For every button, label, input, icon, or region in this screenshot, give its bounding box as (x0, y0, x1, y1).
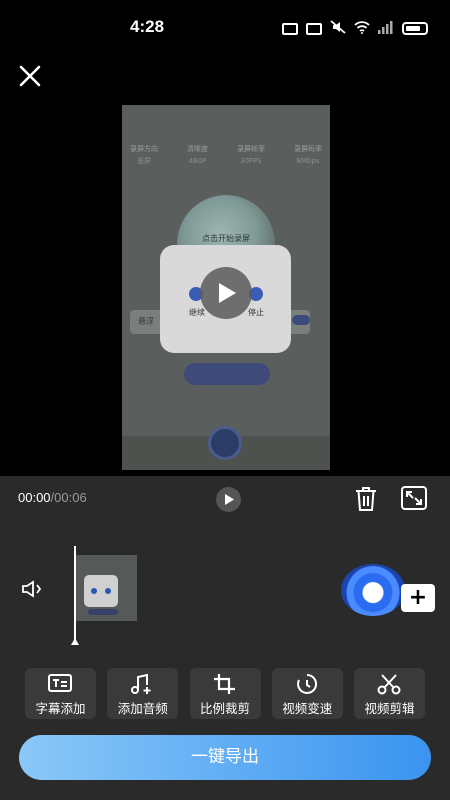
total-time: /00:06 (50, 490, 87, 505)
delete-button[interactable] (354, 486, 378, 516)
thumbnail-strip (88, 609, 118, 615)
fullscreen-icon (401, 486, 427, 510)
tool-label: 视频剪辑 (364, 701, 415, 716)
n-icon (306, 22, 322, 35)
mute-icon (330, 19, 346, 38)
thumbnail-dot-icon (105, 588, 111, 594)
preview-settings-row: 录屏方向 竖屏 清晰度 480P 录屏帧率 30FPS 录屏码率 8Mbps (130, 143, 322, 167)
tool-crop[interactable]: 比例裁剪 (189, 668, 261, 719)
timeline-playhead[interactable] (74, 546, 76, 640)
signal-icon (378, 19, 394, 38)
stop-label: 停止 (248, 308, 264, 317)
preview-floating-label: 悬浮 (138, 317, 154, 326)
subtitle-icon (48, 674, 72, 692)
tool-cut[interactable]: 视频剪辑 (354, 668, 425, 719)
fullscreen-button[interactable] (401, 486, 427, 514)
time-display: 00:00/00:06 (18, 490, 87, 505)
preview-mic-pill (184, 363, 270, 385)
battery-icon (402, 22, 428, 35)
preview-setting: 录屏方向 竖屏 (130, 145, 158, 165)
tool-add-audio[interactable]: 添加音频 (107, 668, 179, 719)
play-icon (219, 283, 236, 303)
thumbnail-dot-icon (91, 588, 97, 594)
tool-label: 比例裁剪 (199, 701, 250, 716)
close-icon (19, 65, 41, 87)
current-time: 00:00 (18, 490, 51, 505)
tool-subtitle[interactable]: 字幕添加 (25, 668, 96, 719)
crop-icon (213, 674, 235, 694)
preview-record-button (208, 426, 242, 460)
add-clip-button[interactable]: + (401, 584, 435, 612)
close-button[interactable] (14, 60, 46, 92)
nfc-icon (282, 22, 298, 35)
tool-label: 字幕添加 (35, 701, 86, 716)
preview-setting: 清晰度 480P (187, 145, 208, 165)
tool-bar: 字幕添加 添加音频 比例裁剪 视频变速 视频剪辑 (25, 668, 425, 719)
preview-toggle (292, 315, 310, 325)
play-button[interactable] (216, 487, 241, 512)
tool-label: 视频变速 (282, 701, 333, 716)
trash-icon (356, 487, 376, 511)
thumbnail-card (84, 575, 118, 607)
speaker-icon (22, 580, 42, 598)
system-icons (282, 19, 428, 38)
export-button[interactable]: 一键导出 (19, 735, 431, 780)
editor-panel: 00:00/00:06 + 字幕添加 添加音频 比例裁剪 视频变速 视频剪辑 一… (0, 476, 450, 800)
status-bar: 4:28 (0, 0, 450, 54)
play-icon (225, 494, 234, 505)
preview-setting: 录屏码率 8Mbps (294, 145, 322, 165)
speed-icon (296, 673, 317, 694)
volume-button[interactable] (21, 580, 43, 602)
preview-setting: 录屏帧率 30FPS (237, 145, 265, 165)
tool-speed[interactable]: 视频变速 (271, 668, 343, 719)
preview-start-text: 点击开始录屏 (202, 234, 250, 243)
record-orb-button[interactable] (341, 564, 405, 616)
music-add-icon (131, 673, 151, 694)
continue-label: 继续 (189, 308, 205, 317)
scissors-icon (377, 674, 401, 695)
wifi-icon (354, 19, 370, 38)
center-play-button[interactable] (200, 267, 252, 319)
video-track-thumbnail[interactable] (76, 555, 137, 621)
tool-label: 添加音频 (117, 701, 168, 716)
status-time: 4:28 (130, 17, 165, 36)
playhead-marker-icon[interactable] (71, 638, 79, 645)
